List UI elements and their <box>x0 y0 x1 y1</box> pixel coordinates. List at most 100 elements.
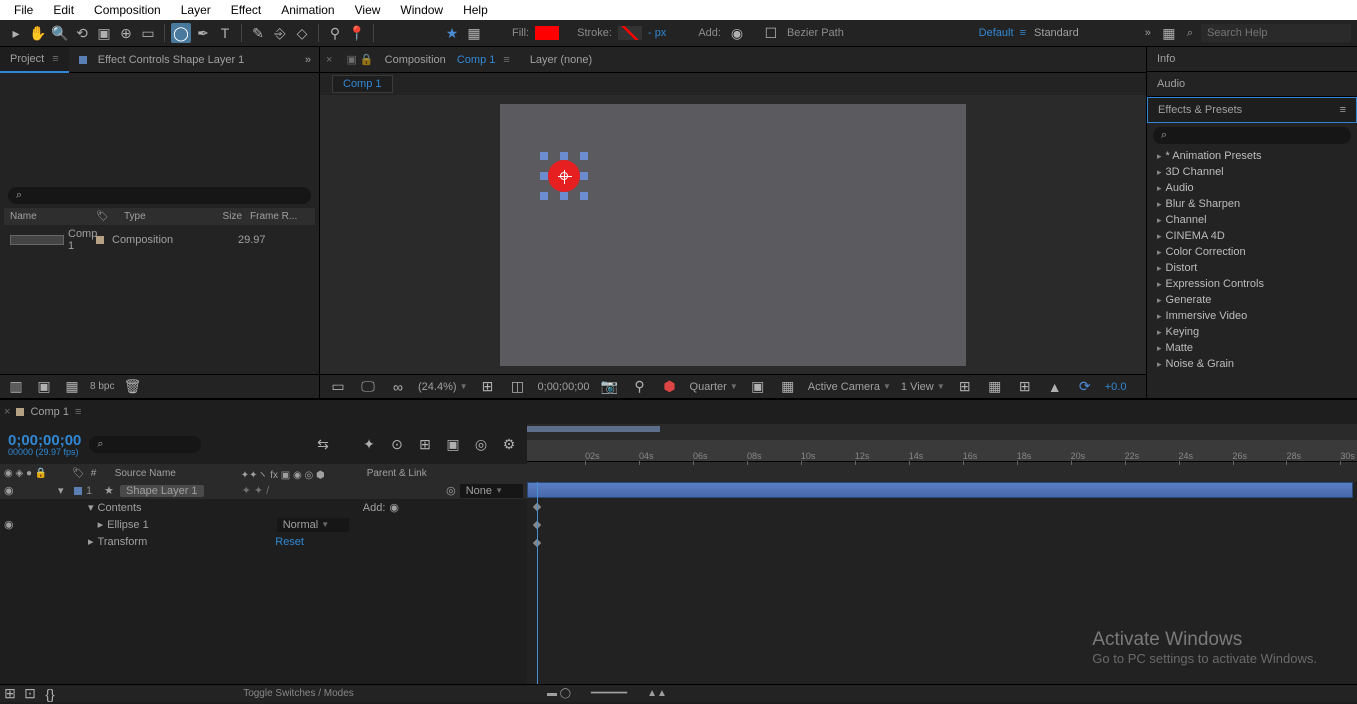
resize-handle[interactable] <box>540 192 548 200</box>
preset-category[interactable]: Audio <box>1147 180 1357 196</box>
zoom-tool-icon[interactable]: 🔍 <box>50 23 70 43</box>
display-icon[interactable]: 🖵 <box>358 377 378 397</box>
contents-row[interactable]: ▾ Contents Add: ◉ <box>0 499 527 516</box>
layer-row[interactable]: ◉ ▾ 1 ★ Shape Layer 1 ✦ ✦ / ◎ None ▼ <box>0 482 527 499</box>
transparency-icon[interactable]: ▦ <box>778 377 798 397</box>
menu-help[interactable]: Help <box>453 1 498 19</box>
reset-link[interactable]: Reset <box>275 536 304 548</box>
puppet-tool-icon[interactable]: 📍 <box>347 23 367 43</box>
preset-category[interactable]: Generate <box>1147 292 1357 308</box>
pixel-icon[interactable]: ▲ <box>1045 377 1065 397</box>
view-dropdown[interactable]: 1 View ▼ <box>901 381 945 393</box>
expr-icon[interactable]: ⚙ <box>499 434 519 454</box>
draft3d-icon[interactable]: ▣ <box>443 434 463 454</box>
toggle-icon[interactable]: ⊞ <box>0 684 20 704</box>
region-icon[interactable]: ▣ <box>748 377 768 397</box>
preset-category[interactable]: Immersive Video <box>1147 308 1357 324</box>
ellipse-row[interactable]: ◉▸ Ellipse 1 Normal ▼ <box>0 516 527 533</box>
safe-icon[interactable]: ▦ <box>985 377 1005 397</box>
preset-category[interactable]: Channel <box>1147 212 1357 228</box>
effects-presets-tab[interactable]: Effects & Presets≡ <box>1147 97 1357 123</box>
quality-dropdown[interactable]: Quarter ▼ <box>690 381 738 393</box>
star-icon[interactable]: ★ <box>442 23 462 43</box>
current-time[interactable]: 0;00;00;00 <box>8 432 81 449</box>
anchor-point-icon[interactable] <box>560 172 568 180</box>
snapshot-icon[interactable]: 📷 <box>600 377 620 397</box>
add-menu-icon[interactable]: ◉ <box>389 501 399 514</box>
folder-icon[interactable]: ▣ <box>34 377 54 397</box>
eraser-tool-icon[interactable]: ◇ <box>292 23 312 43</box>
orbit-tool-icon[interactable]: ⟲ <box>72 23 92 43</box>
preset-category[interactable]: CINEMA 4D <box>1147 228 1357 244</box>
project-item[interactable]: Comp 1 Composition 29.97 <box>4 225 315 255</box>
bezier-checkbox[interactable]: ☐ <box>761 23 781 43</box>
show-snapshot-icon[interactable]: ⚲ <box>630 377 650 397</box>
time-ruler[interactable]: 02s 04s 06s 08s 10s 12s 14s 16s 18s 20s … <box>527 440 1357 462</box>
menu-effect[interactable]: Effect <box>221 1 271 19</box>
menu-window[interactable]: Window <box>390 1 453 19</box>
motion-blur-icon[interactable]: ⊙ <box>387 434 407 454</box>
3d-icon[interactable]: ∞ <box>388 377 408 397</box>
menu-layer[interactable]: Layer <box>171 1 221 19</box>
timecode-display[interactable]: 0;00;00;00 <box>538 381 590 393</box>
viewport[interactable] <box>320 95 1146 374</box>
bpc-label[interactable]: 8 bpc <box>90 381 114 392</box>
selected-shape[interactable] <box>540 152 588 200</box>
text-tool-icon[interactable]: T <box>215 23 235 43</box>
fill-swatch[interactable] <box>535 26 559 40</box>
menu-animation[interactable]: Animation <box>271 1 344 19</box>
exposure-value[interactable]: +0.0 <box>1105 381 1127 393</box>
zoom-dropdown[interactable]: (24.4%) ▼ <box>418 381 468 393</box>
preset-category[interactable]: Blur & Sharpen <box>1147 196 1357 212</box>
resize-handle[interactable] <box>580 192 588 200</box>
menu-file[interactable]: File <box>4 1 43 19</box>
overflow-icon[interactable]: » <box>1145 27 1151 39</box>
guides-icon[interactable]: ⊞ <box>955 377 975 397</box>
hand-tool-icon[interactable]: ✋ <box>28 23 48 43</box>
render-icon[interactable]: ◎ <box>471 434 491 454</box>
project-tab[interactable]: Project≡ <box>0 47 69 73</box>
timeline-tab[interactable]: Comp 1 <box>30 406 69 418</box>
zoom-slider[interactable]: ━━━━━━ <box>591 688 627 699</box>
stroke-swatch[interactable] <box>618 26 642 40</box>
mask-icon[interactable]: ◫ <box>508 377 528 397</box>
workspace-dropdown[interactable]: Default ≡ <box>979 27 1026 39</box>
toggle-icon[interactable]: {} <box>40 684 60 704</box>
layer-tab[interactable]: Layer (none) <box>520 47 602 73</box>
trash-icon[interactable]: 🗑 <box>122 377 142 397</box>
audio-panel-tab[interactable]: Audio <box>1147 72 1357 97</box>
layer-name[interactable]: Shape Layer 1 <box>120 485 204 497</box>
search-input[interactable] <box>1201 24 1351 42</box>
interpret-icon[interactable]: ▥ <box>6 377 26 397</box>
shy-icon[interactable]: ⇆ <box>313 434 333 454</box>
resize-handle[interactable] <box>560 192 568 200</box>
graph-icon[interactable]: ⊞ <box>415 434 435 454</box>
preset-category[interactable]: * Animation Presets <box>1147 148 1357 164</box>
info-panel-tab[interactable]: Info <box>1147 47 1357 72</box>
effect-controls-tab[interactable]: Effect Controls Shape Layer 1 <box>69 47 255 73</box>
resize-handle[interactable] <box>580 152 588 160</box>
resize-handle[interactable] <box>540 152 548 160</box>
presets-search[interactable]: ⌕ <box>1153 127 1351 144</box>
transform-row[interactable]: ▸ Transform Reset <box>0 533 527 550</box>
brush-tool-icon[interactable]: ✎ <box>248 23 268 43</box>
frame-blend-icon[interactable]: ✦ <box>359 434 379 454</box>
comp-icon[interactable]: ▦ <box>62 377 82 397</box>
clone-tool-icon[interactable]: ⎆ <box>270 23 290 43</box>
camera-tool-icon[interactable]: ▣ <box>94 23 114 43</box>
work-area-bar[interactable] <box>527 426 660 432</box>
preset-category[interactable]: Keying <box>1147 324 1357 340</box>
magnify-icon[interactable]: ▭ <box>328 377 348 397</box>
preset-category[interactable]: Distort <box>1147 260 1357 276</box>
composition-canvas[interactable] <box>500 104 966 366</box>
add-menu-icon[interactable]: ◉ <box>727 23 747 43</box>
menu-composition[interactable]: Composition <box>84 1 171 19</box>
resize-handle[interactable] <box>560 152 568 160</box>
anchor-tool-icon[interactable]: ⊕ <box>116 23 136 43</box>
res-icon[interactable]: ⊞ <box>478 377 498 397</box>
preset-category[interactable]: 3D Channel <box>1147 164 1357 180</box>
preset-category[interactable]: Color Correction <box>1147 244 1357 260</box>
camera-dropdown[interactable]: Active Camera ▼ <box>808 381 891 393</box>
stroke-width[interactable]: - px <box>648 27 666 39</box>
preset-category[interactable]: Noise & Grain <box>1147 356 1357 372</box>
